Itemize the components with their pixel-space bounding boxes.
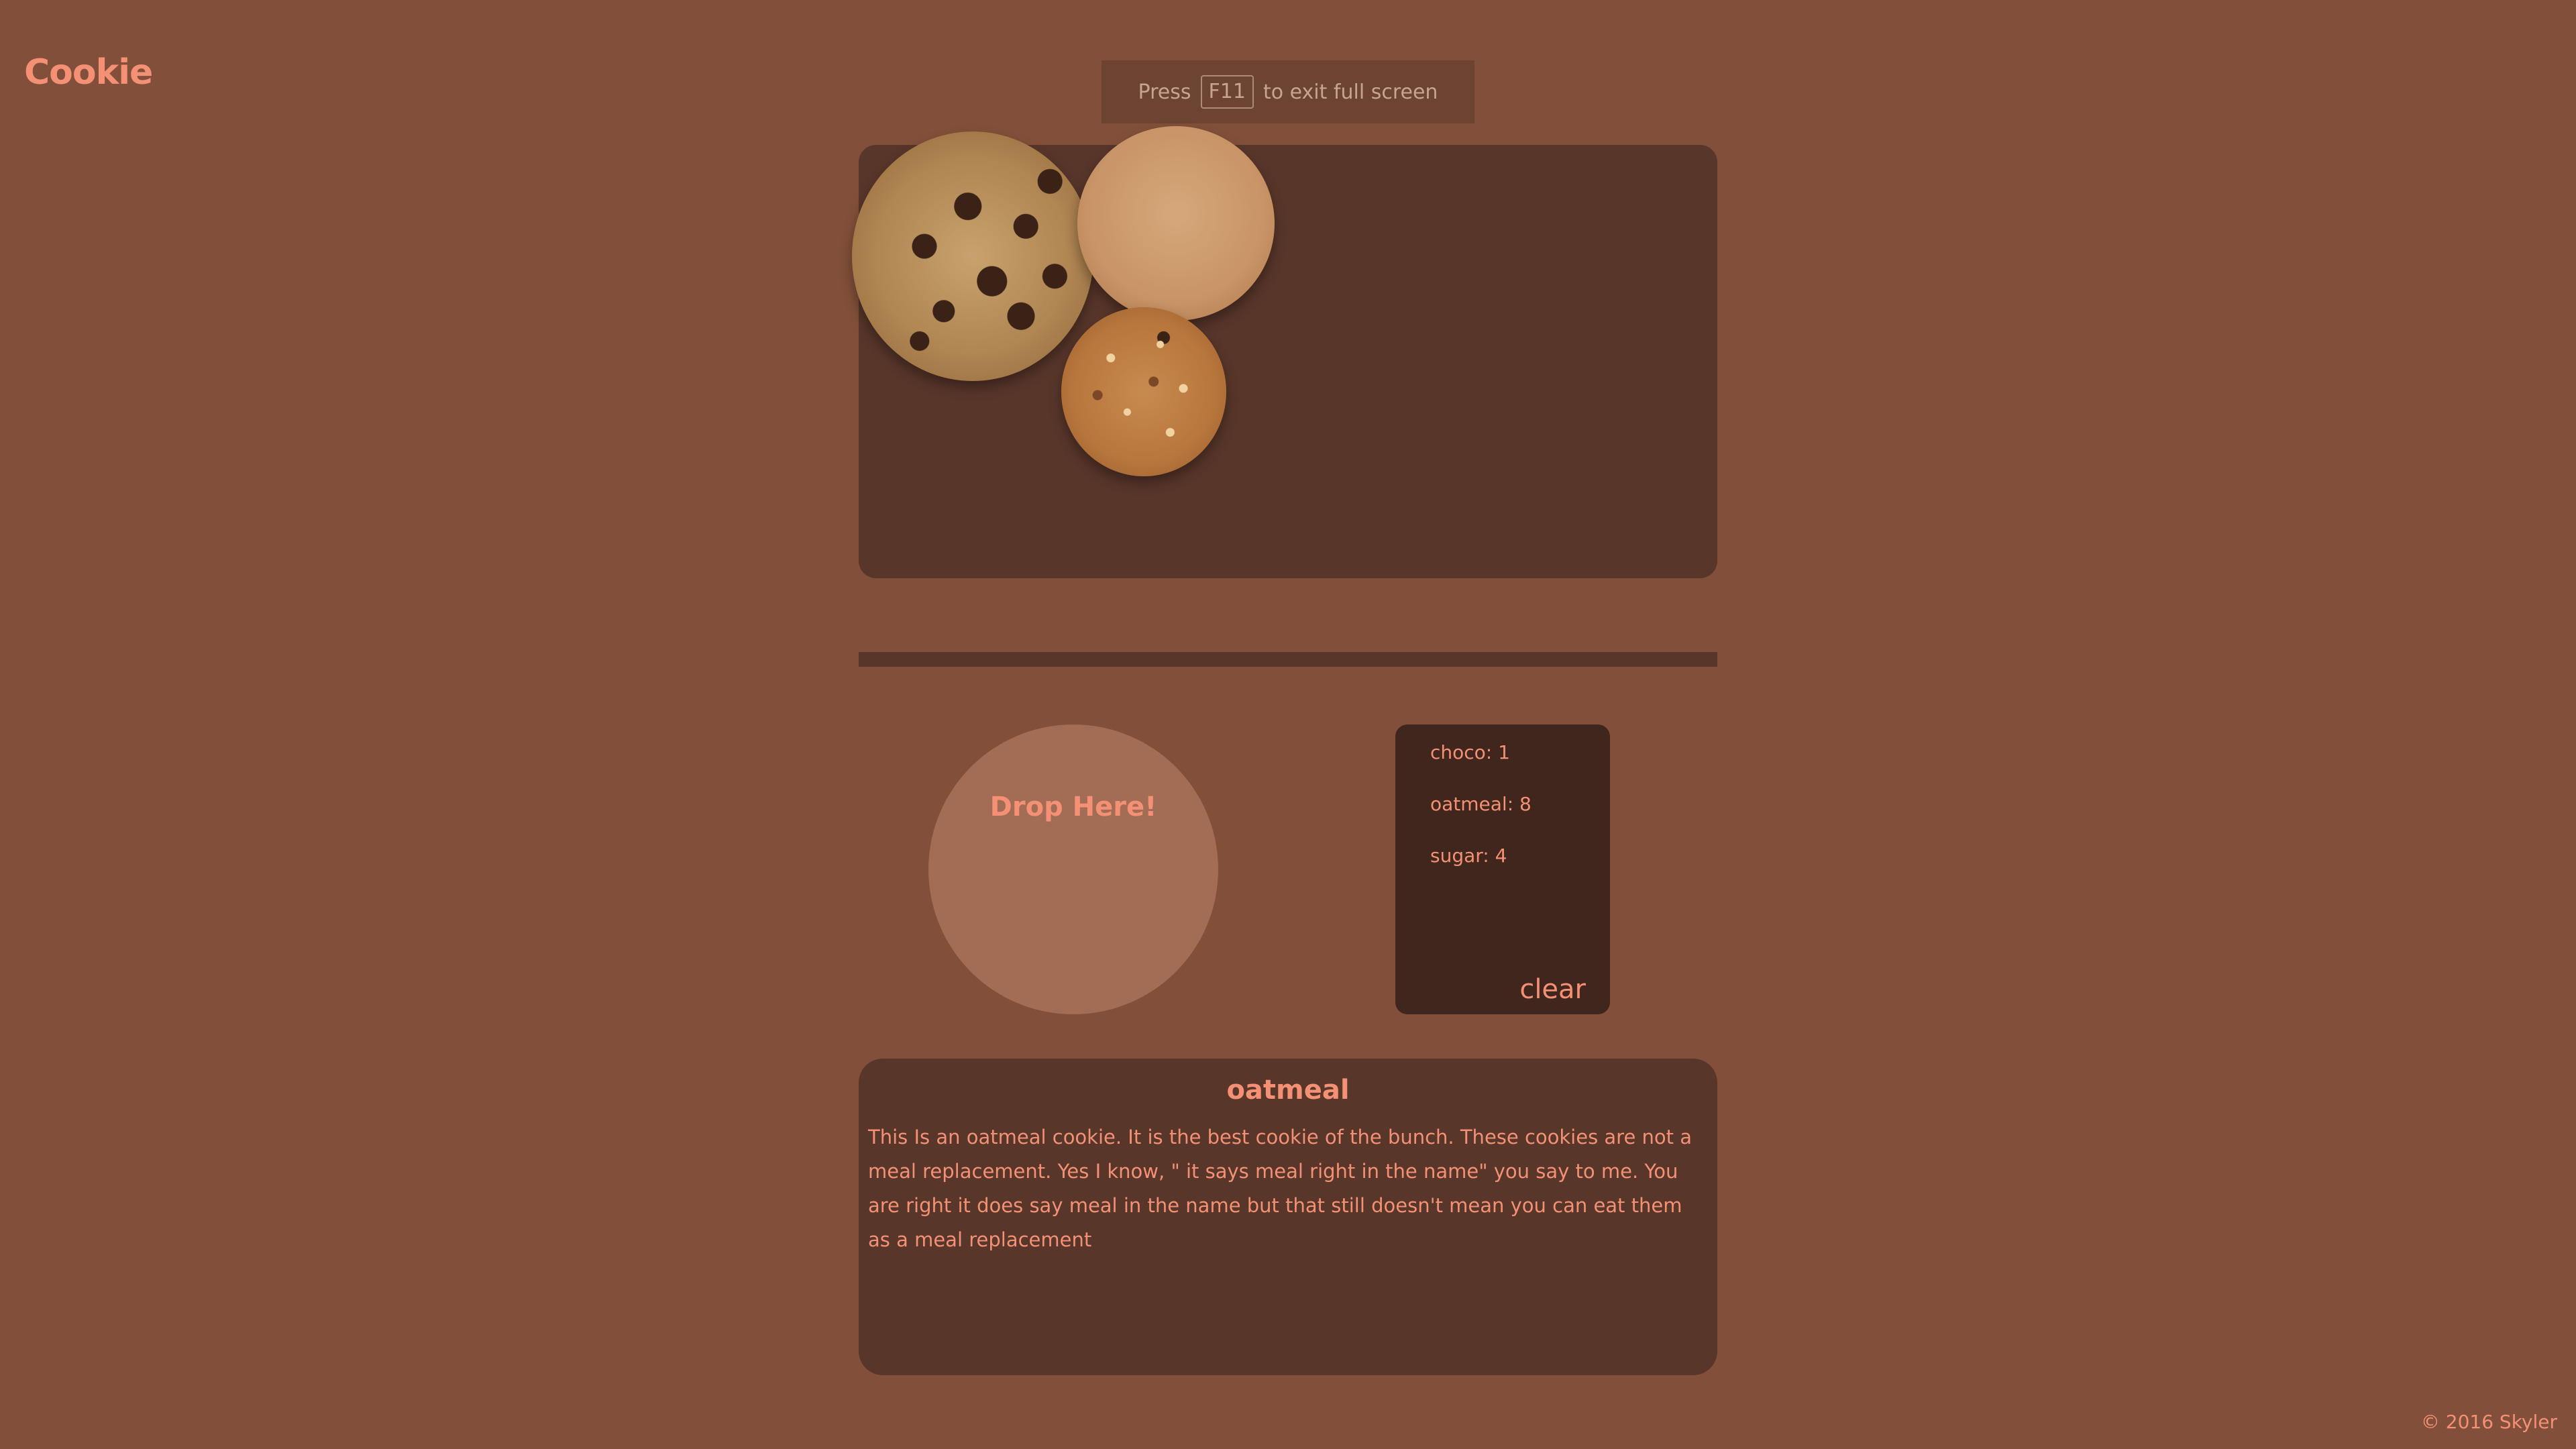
section-divider (859, 652, 1717, 667)
chocolate-chip-cookie-icon[interactable] (852, 131, 1093, 381)
sugar-cookie-icon[interactable] (1077, 126, 1275, 321)
oatmeal-cookie-icon[interactable] (1061, 307, 1226, 476)
f11-key-badge: F11 (1200, 75, 1254, 109)
fullscreen-notice-suffix: to exit full screen (1263, 80, 1438, 104)
app-logo: Cookie (24, 52, 153, 93)
counter-oatmeal: oatmeal: 8 (1430, 793, 1532, 815)
counter-choco: choco: 1 (1430, 741, 1510, 763)
cookie-info-panel: oatmeal This Is an oatmeal cookie. It is… (859, 1059, 1717, 1375)
clear-button[interactable]: clear (1519, 974, 1586, 1005)
counter-sugar: sugar: 4 (1430, 845, 1507, 867)
footer-copyright: © 2016 Skyler (2420, 1411, 2557, 1433)
drop-zone[interactable]: Drop Here! (928, 724, 1218, 1014)
fullscreen-notice: Press F11 to exit full screen (1102, 60, 1474, 123)
drop-zone-label: Drop Here! (989, 792, 1157, 822)
cookie-info-title: oatmeal (1226, 1075, 1350, 1106)
cookie-counter-panel: choco: 1 oatmeal: 8 sugar: 4 clear (1395, 724, 1610, 1014)
fullscreen-notice-prefix: Press (1138, 80, 1191, 104)
cookie-info-description: This Is an oatmeal cookie. It is the bes… (868, 1126, 1692, 1251)
